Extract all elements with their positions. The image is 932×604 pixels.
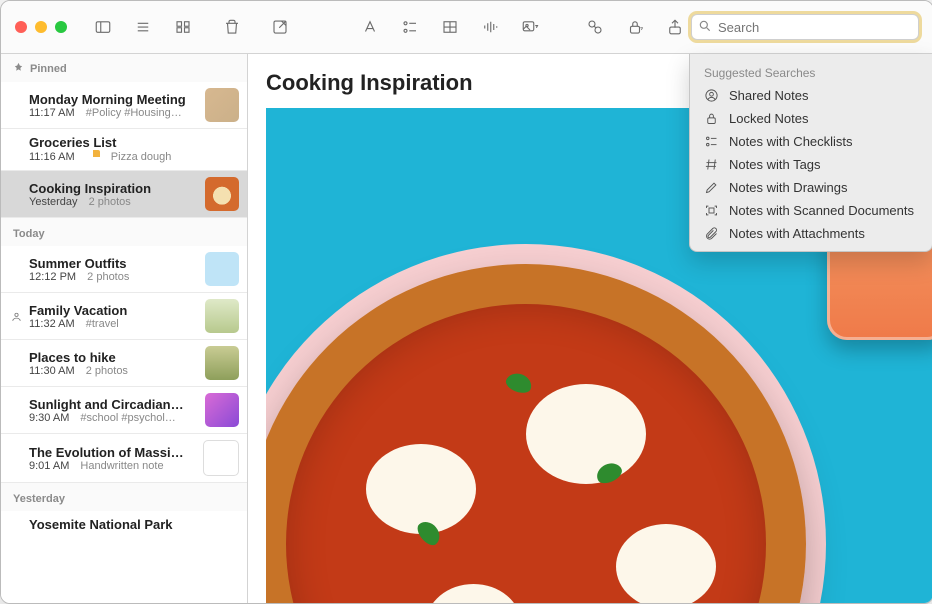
pin-icon xyxy=(13,62,24,76)
close-window-button[interactable] xyxy=(15,21,27,33)
note-thumbnail xyxy=(205,252,239,286)
checklist-button[interactable] xyxy=(394,14,426,40)
window-controls xyxy=(1,21,67,33)
suggested-label: Notes with Drawings xyxy=(729,180,848,195)
media-menu-button[interactable] xyxy=(514,14,546,40)
section-yesterday-label: Yesterday xyxy=(13,493,65,505)
delete-note-button[interactable] xyxy=(216,14,247,40)
section-pinned-label: Pinned xyxy=(30,63,67,75)
tag-icon xyxy=(704,157,719,172)
suggested-item-checklists[interactable]: Notes with Checklists xyxy=(690,130,932,153)
note-thumbnail xyxy=(205,88,239,122)
suggested-item-scanned[interactable]: Notes with Scanned Documents xyxy=(690,199,932,222)
scan-icon xyxy=(704,203,719,218)
note-subtitle: #school #psychol… xyxy=(80,412,175,424)
note-title: The Evolution of Massi… xyxy=(29,445,195,460)
note-item[interactable]: The Evolution of Massi… 9:01 AM Handwrit… xyxy=(1,434,247,483)
note-item[interactable]: Yosemite National Park xyxy=(1,511,247,538)
suggested-label: Notes with Checklists xyxy=(729,134,853,149)
note-title: Yosemite National Park xyxy=(29,517,239,532)
toggle-sidebar-button[interactable] xyxy=(87,14,119,40)
note-item[interactable]: Sunlight and Circadian… 9:30 AM #school … xyxy=(1,387,247,434)
note-time: 11:17 AM xyxy=(29,107,75,119)
section-pinned-header: Pinned xyxy=(1,54,247,82)
format-button[interactable] xyxy=(354,14,386,40)
suggested-item-shared[interactable]: Shared Notes xyxy=(690,84,932,107)
note-thumbnail xyxy=(205,393,239,427)
search-input[interactable] xyxy=(716,19,912,36)
note-title: Sunlight and Circadian… xyxy=(29,397,197,412)
list-view-button[interactable] xyxy=(127,14,159,40)
search-field[interactable] xyxy=(691,14,919,40)
note-time: 11:32 AM xyxy=(29,318,75,330)
note-time: 12:12 PM xyxy=(29,271,76,283)
suggested-item-locked[interactable]: Locked Notes xyxy=(690,107,932,130)
paperclip-icon xyxy=(704,226,719,241)
checklist-icon xyxy=(704,134,719,149)
note-title: Monday Morning Meeting xyxy=(29,92,197,107)
note-time: 11:16 AM xyxy=(29,151,75,163)
app-body: Pinned Monday Morning Meeting 11:17 AM #… xyxy=(1,54,932,604)
pencil-icon xyxy=(704,180,719,195)
suggested-item-tags[interactable]: Notes with Tags xyxy=(690,153,932,176)
note-subtitle: #travel xyxy=(86,318,119,330)
note-content: Cooking Inspiration xyxy=(248,54,932,604)
note-thumbnail xyxy=(205,177,239,211)
audio-button[interactable] xyxy=(474,14,506,40)
note-thumbnail xyxy=(203,440,239,476)
note-item[interactable]: Places to hike 11:30 AM 2 photos xyxy=(1,340,247,387)
note-subtitle: 2 photos xyxy=(89,196,131,208)
link-note-button[interactable] xyxy=(579,14,611,40)
section-yesterday-header: Yesterday xyxy=(1,483,247,511)
lock-icon xyxy=(704,111,719,126)
suggested-heading: Suggested Searches xyxy=(690,60,932,84)
person-circle-icon xyxy=(704,88,719,103)
note-title: Summer Outfits xyxy=(29,256,197,271)
note-item[interactable]: Monday Morning Meeting 11:17 AM #Policy … xyxy=(1,82,247,129)
notes-window: Pinned Monday Morning Meeting 11:17 AM #… xyxy=(0,0,932,604)
note-subtitle: Pizza dough xyxy=(111,151,172,163)
suggested-item-attachments[interactable]: Notes with Attachments xyxy=(690,222,932,245)
note-item-selected[interactable]: Cooking Inspiration Yesterday 2 photos xyxy=(1,171,247,218)
section-today-label: Today xyxy=(13,228,45,240)
share-button[interactable] xyxy=(659,14,691,40)
note-time: 9:30 AM xyxy=(29,412,69,424)
note-thumbnail xyxy=(205,346,239,380)
notes-list[interactable]: Pinned Monday Morning Meeting 11:17 AM #… xyxy=(1,54,248,604)
pizza-emoji-icon xyxy=(86,150,100,164)
note-subtitle: Handwritten note xyxy=(80,460,163,472)
note-item[interactable]: Groceries List 11:16 AM Pizza dough xyxy=(1,129,247,171)
note-subtitle: 2 photos xyxy=(86,365,128,377)
suggested-label: Shared Notes xyxy=(729,88,809,103)
note-title: Cooking Inspiration xyxy=(29,181,197,196)
zoom-window-button[interactable] xyxy=(55,21,67,33)
note-item[interactable]: Family Vacation 11:32 AM #travel xyxy=(1,293,247,340)
search-icon xyxy=(698,19,712,36)
note-subtitle: #Policy #Housing… xyxy=(86,107,182,119)
shared-icon xyxy=(9,309,23,323)
note-title: Places to hike xyxy=(29,350,197,365)
suggested-item-drawings[interactable]: Notes with Drawings xyxy=(690,176,932,199)
note-time: 11:30 AM xyxy=(29,365,75,377)
suggested-label: Notes with Scanned Documents xyxy=(729,203,914,218)
toolbar xyxy=(1,1,932,54)
section-today-header: Today xyxy=(1,218,247,246)
note-title: Groceries List xyxy=(29,135,239,150)
note-time: Yesterday xyxy=(29,196,78,208)
note-item[interactable]: Summer Outfits 12:12 PM 2 photos xyxy=(1,246,247,293)
suggested-label: Notes with Tags xyxy=(729,157,821,172)
note-thumbnail xyxy=(205,299,239,333)
minimize-window-button[interactable] xyxy=(35,21,47,33)
lock-menu-button[interactable] xyxy=(619,14,651,40)
new-note-button[interactable] xyxy=(265,14,296,40)
suggested-label: Notes with Attachments xyxy=(729,226,865,241)
note-title: Family Vacation xyxy=(29,303,197,318)
table-button[interactable] xyxy=(434,14,466,40)
gallery-view-button[interactable] xyxy=(167,14,199,40)
note-time: 9:01 AM xyxy=(29,460,69,472)
note-subtitle: 2 photos xyxy=(87,271,129,283)
suggested-label: Locked Notes xyxy=(729,111,809,126)
suggested-searches-popup: Suggested Searches Shared Notes Locked N… xyxy=(689,54,932,252)
